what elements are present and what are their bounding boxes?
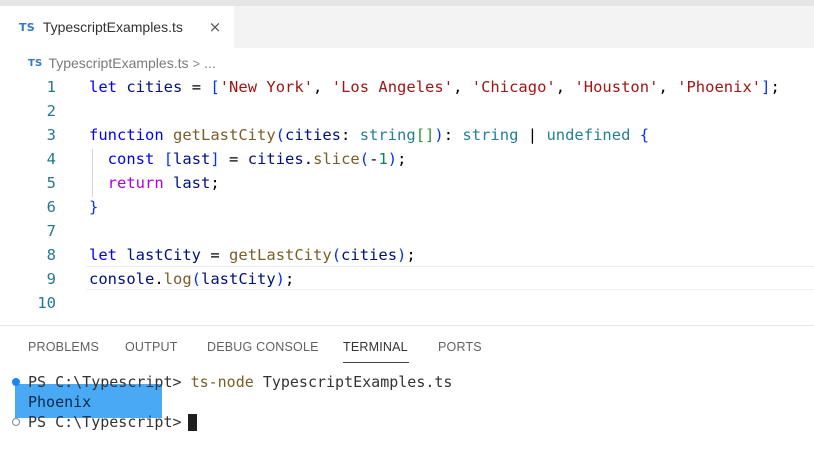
code-text: console.log(lastCity); <box>89 270 295 288</box>
code-text: let lastCity = getLastCity(cities); <box>89 246 416 264</box>
code-line: 3 function getLastCity(cities: string[])… <box>0 123 814 147</box>
line-number: 5 <box>46 174 56 192</box>
code-line: 10 <box>0 291 814 315</box>
code-text: function getLastCity(cities: string[]): … <box>89 126 650 144</box>
breadcrumb-file[interactable]: TypescriptExamples.ts <box>48 55 188 71</box>
code-text: return last; <box>107 174 220 192</box>
terminal-line: PS C:\Typescript> <box>0 411 814 433</box>
tab-ports[interactable]: PORTS <box>438 340 482 354</box>
terminal-output: Phoenix <box>28 393 92 411</box>
tab-problems[interactable]: PROBLEMS <box>28 340 99 354</box>
terminal-prompt: PS C:\Typescript> <box>28 413 182 431</box>
code-line: 6 } <box>0 195 814 219</box>
tab-title: TypescriptExamples.ts <box>42 19 183 35</box>
typescript-file-icon: TS <box>19 20 35 34</box>
code-line: 7 <box>0 219 814 243</box>
tab-output[interactable]: OUTPUT <box>125 340 178 354</box>
code-line: 5 return last; <box>0 171 814 195</box>
editor-tab[interactable]: TS TypescriptExamples.ts × <box>0 6 234 48</box>
line-number: 8 <box>46 246 56 264</box>
terminal[interactable]: PS C:\Typescript> ts-node TypescriptExam… <box>0 370 814 464</box>
code-text: const [last] = cities.slice(-1); <box>107 150 407 168</box>
code-text: } <box>89 198 99 216</box>
panel-tab-bar: PROBLEMS OUTPUT DEBUG CONSOLE TERMINAL P… <box>0 332 814 366</box>
panel-divider[interactable] <box>0 325 814 326</box>
line-number: 7 <box>46 222 56 240</box>
tab-debug-console[interactable]: DEBUG CONSOLE <box>207 340 319 354</box>
terminal-text: PS C:\Typescript> ts-node TypescriptExam… <box>28 373 452 391</box>
terminal-text: PS C:\Typescript> <box>28 413 197 431</box>
tab-terminal[interactable]: TERMINAL <box>343 340 408 354</box>
code-line: 2 <box>0 99 814 123</box>
line-number: 9 <box>46 270 56 288</box>
editor-tab-bar: TS TypescriptExamples.ts × <box>0 6 814 48</box>
code-line: 9 console.log(lastCity); <box>0 267 814 291</box>
breadcrumb-more[interactable]: ... <box>204 55 216 71</box>
code-text: let cities = ['New York', 'Los Angeles',… <box>89 78 780 96</box>
terminal-command: ts-node <box>190 373 254 391</box>
command-success-decoration-icon[interactable] <box>12 378 20 386</box>
line-number: 3 <box>46 126 56 144</box>
terminal-args: TypescriptExamples.ts <box>262 373 453 391</box>
terminal-prompt: PS C:\Typescript> <box>28 373 182 391</box>
close-icon[interactable]: × <box>206 18 224 36</box>
line-number: 10 <box>37 294 56 312</box>
terminal-line: PS C:\Typescript> ts-node TypescriptExam… <box>0 371 814 393</box>
chevron-right-icon: > <box>192 55 201 71</box>
line-number: 2 <box>46 102 56 120</box>
active-tab-indicator <box>343 362 409 363</box>
breadcrumb: TS TypescriptExamples.ts > ... <box>28 52 216 74</box>
command-pending-decoration-icon[interactable] <box>12 418 20 426</box>
code-line: 1 let cities = ['New York', 'Los Angeles… <box>0 75 814 99</box>
code-editor[interactable]: 1 let cities = ['New York', 'Los Angeles… <box>0 75 814 315</box>
code-line: 4 const [last] = cities.slice(-1); <box>0 147 814 171</box>
line-number: 4 <box>46 150 56 168</box>
code-line: 8 let lastCity = getLastCity(cities); <box>0 243 814 267</box>
line-number: 1 <box>46 78 56 96</box>
typescript-file-icon: TS <box>28 57 43 69</box>
terminal-cursor <box>187 414 197 431</box>
line-number: 6 <box>46 198 56 216</box>
